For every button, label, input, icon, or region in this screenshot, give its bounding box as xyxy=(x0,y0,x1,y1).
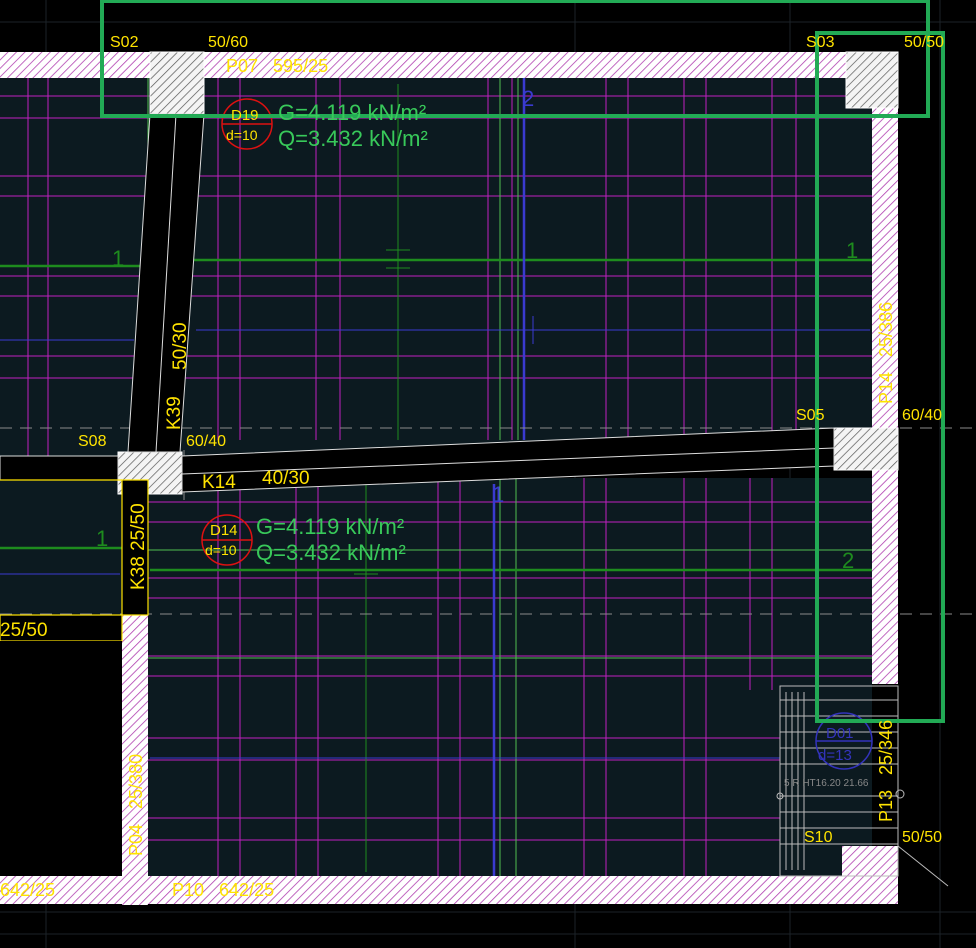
beam-left-size: 25/50 xyxy=(0,620,48,641)
slab-d19-g-load: G=4.119 kN/m² xyxy=(278,100,426,125)
column-s05-size: 60/40 xyxy=(902,407,942,424)
wall-right-lower-label: P13 25/346 xyxy=(876,720,896,822)
column-s03 xyxy=(845,51,899,109)
beam-k38-label: K38 25/50 xyxy=(128,503,149,590)
wall-top-label: P07 595/25 xyxy=(226,56,328,76)
cad-canvas[interactable]: S02 50/60 S03 50/50 S05 60/40 S08 60/40 … xyxy=(0,0,976,948)
stair-slab-name: D01 xyxy=(826,725,854,742)
wall-bottom-label: P10 642/25 xyxy=(172,880,274,900)
beam-k39-size: 50/30 xyxy=(170,322,191,370)
dim-mark-top: 2 xyxy=(522,86,534,111)
slab-d14-thickness: d=10 xyxy=(205,542,237,558)
span-mark-upper-right: 1 xyxy=(846,238,858,263)
wall-bottom xyxy=(0,876,842,904)
stair-info-text: 5 R HT16.20 21.66 xyxy=(784,778,869,789)
wall-top xyxy=(0,52,898,78)
column-s10-size: 50/50 xyxy=(902,829,942,846)
span-mark-lower-left: 1 xyxy=(96,526,108,551)
slab-d14-g-load: G=4.119 kN/m² xyxy=(256,514,404,539)
column-s08-size: 60/40 xyxy=(186,433,226,450)
beam-k14-name: K14 xyxy=(202,472,236,493)
stair-slab-thickness: d=13 xyxy=(818,747,852,764)
column-s02-size: 50/60 xyxy=(208,34,248,51)
span-mark-lower-right: 2 xyxy=(842,548,854,573)
dim-mark-mid: 1 xyxy=(492,482,504,507)
column-s05 xyxy=(833,427,899,471)
column-s10-name: S10 xyxy=(804,829,833,846)
column-s08-name: S08 xyxy=(78,433,107,450)
column-s05-name: S05 xyxy=(796,407,825,424)
wall-bottom-right xyxy=(842,846,898,904)
beam-k14-size: 40/30 xyxy=(262,468,310,489)
wall-right-label: P14 25/386 xyxy=(876,302,896,404)
column-s02-name: S02 xyxy=(110,34,139,51)
beam-k39-name: K39 xyxy=(164,396,185,430)
span-mark-upper-left: 1 xyxy=(112,246,124,271)
column-s03-size: 50/50 xyxy=(904,34,944,51)
slab-d14-name: D14 xyxy=(210,522,238,539)
slab-d19-thickness: d=10 xyxy=(226,127,258,143)
floor-plan-drawing[interactable]: S02 50/60 S03 50/50 S05 60/40 S08 60/40 … xyxy=(0,0,976,948)
column-s03-name: S03 xyxy=(806,34,835,51)
column-s02 xyxy=(149,51,205,115)
wall-left-label: P04 25/380 xyxy=(126,754,146,856)
slab-d19-q-load: Q=3.432 kN/m² xyxy=(278,126,428,151)
slab-d19-name: D19 xyxy=(231,107,259,124)
slab-d14-q-load: Q=3.432 kN/m² xyxy=(256,540,406,565)
wall-bottom-left-label: 642/25 xyxy=(0,880,55,900)
